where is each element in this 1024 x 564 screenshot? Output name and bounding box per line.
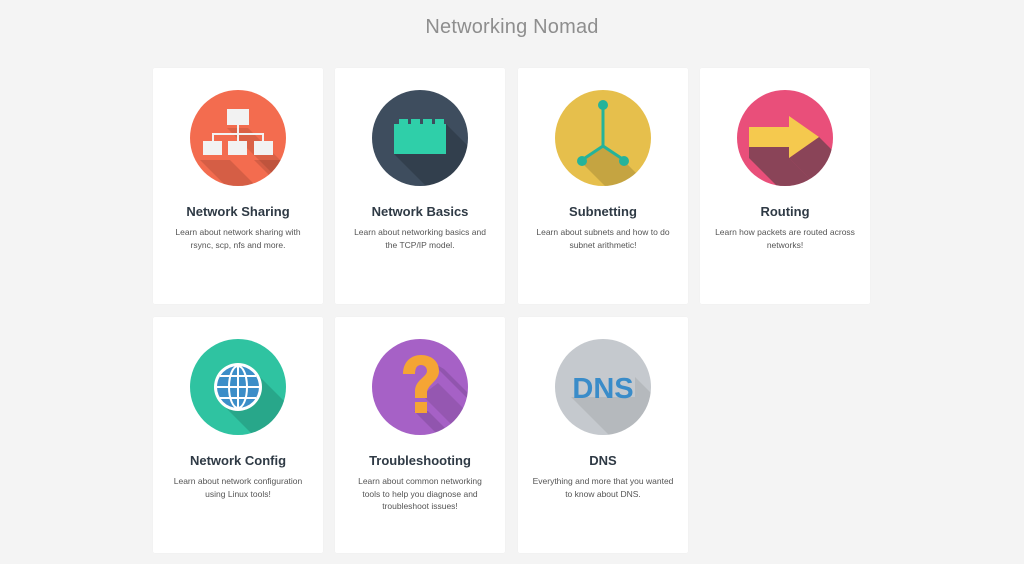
arrow-right-icon — [737, 90, 833, 186]
card-description: Everything and more that you wanted to k… — [532, 476, 674, 499]
card-description: Learn about common networking tools to h… — [358, 476, 482, 511]
card-title: Troubleshooting — [369, 453, 471, 468]
card-network-basics[interactable]: Network Basics Learn about networking ba… — [335, 68, 505, 304]
card-description: Learn about network sharing with rsync, … — [175, 227, 301, 250]
card-title: Network Basics — [371, 204, 469, 219]
network-hierarchy-icon — [190, 90, 286, 186]
card-title: Routing — [760, 204, 810, 219]
network-card-icon — [372, 90, 468, 186]
card-description: Learn about networking basics and the TC… — [354, 227, 486, 250]
card-dns[interactable]: DNS DNS Everything and more that you wan… — [518, 317, 688, 553]
card-title: Subnetting — [569, 204, 637, 219]
globe-icon — [190, 339, 286, 435]
card-title: Network Sharing — [186, 204, 290, 219]
dns-icon: DNS — [555, 339, 651, 435]
question-mark-icon — [372, 339, 468, 435]
card-subnetting[interactable]: Subnetting Learn about subnets and how t… — [518, 68, 688, 304]
card-routing[interactable]: Routing Learn how packets are routed acr… — [700, 68, 870, 304]
card-description: Learn how packets are routed across netw… — [715, 227, 855, 250]
page-title: Networking Nomad — [425, 16, 599, 38]
dns-icon-text: DNS — [572, 373, 633, 405]
card-description: Learn about subnets and how to do subnet… — [536, 227, 670, 250]
card-title: Network Config — [189, 453, 287, 468]
subnet-branch-icon — [555, 90, 651, 186]
card-troubleshooting[interactable]: Troubleshooting Learn about common netwo… — [335, 317, 505, 553]
card-network-config[interactable]: Network Config Learn about network confi… — [153, 317, 323, 553]
card-title: DNS — [589, 453, 617, 468]
card-description: Learn about network configuration using … — [173, 476, 303, 499]
card-network-sharing[interactable]: Network Sharing Learn about network shar… — [153, 68, 323, 304]
